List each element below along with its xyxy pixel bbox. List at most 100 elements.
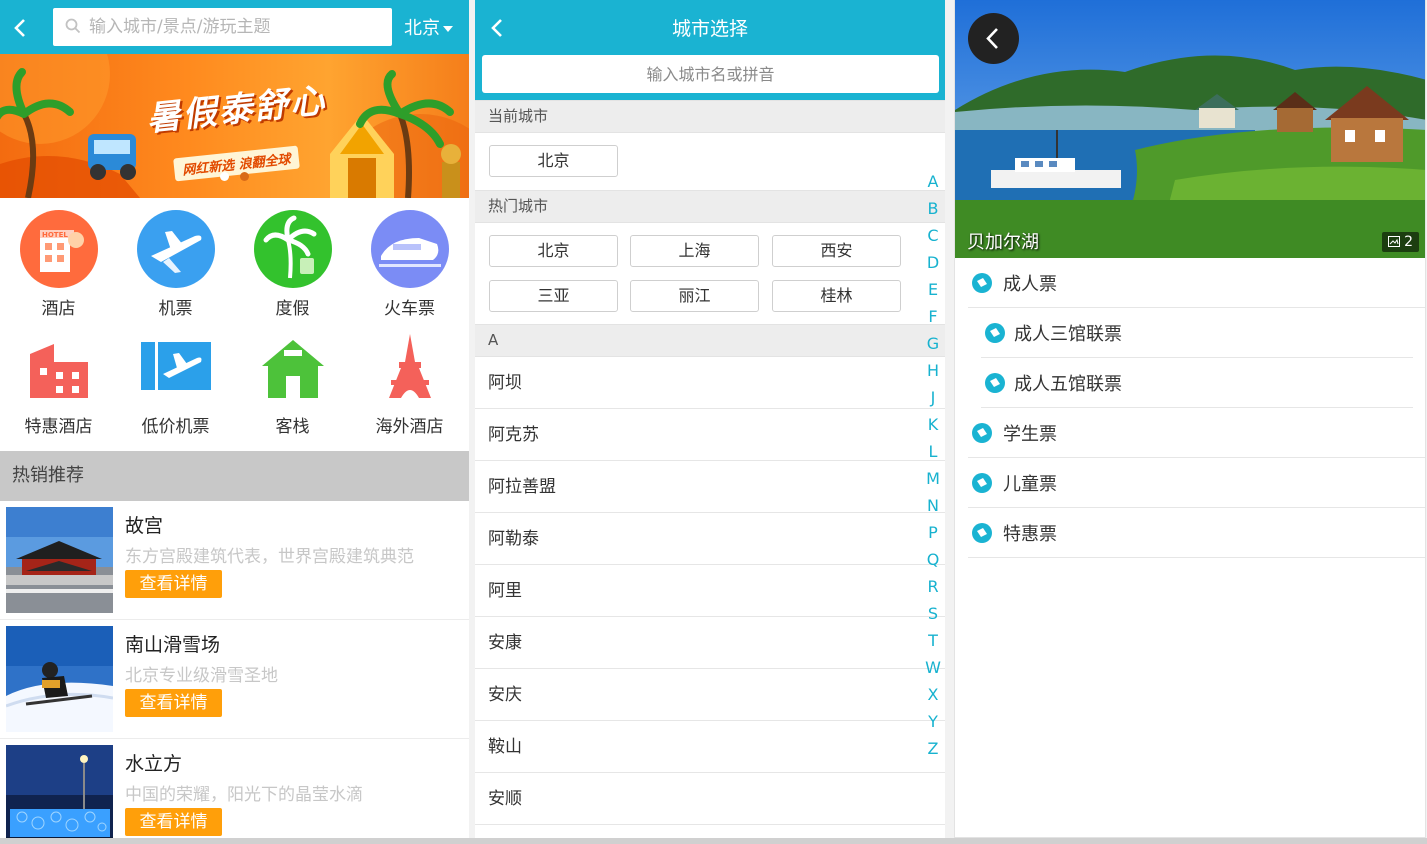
detail-screen: 贝加尔湖 2 成人票 成人三馆联票 成人五馆联票 学生票 儿童票 特惠票 — [954, 0, 1426, 838]
window-bottom-edge — [0, 838, 1427, 844]
city-list-item[interactable]: 安顺 — [475, 773, 945, 825]
alphabet-index-letter[interactable]: H — [921, 361, 945, 380]
alphabet-index-letter[interactable]: K — [921, 415, 945, 434]
category-train[interactable]: 火车票 — [351, 200, 468, 319]
category-cheap-flight[interactable]: 低价机票 — [117, 318, 234, 437]
hot-city-button[interactable]: 北京 — [489, 235, 618, 267]
city-search-input[interactable] — [482, 55, 939, 93]
alphabet-index-letter[interactable]: C — [921, 226, 945, 245]
hot-section-title: 热销推荐 — [0, 451, 469, 501]
city-dropdown[interactable]: 北京 — [404, 14, 453, 40]
city-list-item[interactable]: 安康 — [475, 617, 945, 669]
promo-banner[interactable]: 暑假泰舒心 网红新选 浪翻全球 — [0, 54, 469, 198]
ticket-type-item[interactable]: 成人票 — [968, 258, 1425, 308]
city-list-item[interactable]: 阿勒泰 — [475, 513, 945, 565]
ticket-icon — [985, 373, 1005, 393]
view-details-button[interactable]: 查看详情 — [125, 570, 222, 598]
city-list-item[interactable]: 阿坝 — [475, 357, 945, 409]
hotel-icon: HOTEL — [19, 210, 98, 288]
ticket-type-label: 儿童票 — [1003, 474, 1057, 495]
ticket-type-label: 学生票 — [1003, 424, 1057, 445]
alphabet-index-letter[interactable]: D — [921, 253, 945, 272]
alphabet-index-letter[interactable]: G — [921, 334, 945, 353]
alphabet-index-letter[interactable]: S — [921, 604, 945, 623]
city-list-item[interactable]: 阿里 — [475, 565, 945, 617]
category-label: 客栈 — [275, 417, 310, 437]
view-details-button[interactable]: 查看详情 — [125, 689, 222, 717]
alphabet-index-letter[interactable]: M — [921, 469, 945, 488]
ticket-subtype-item[interactable]: 成人五馆联票 — [981, 358, 1413, 408]
svg-text:HOTEL: HOTEL — [42, 231, 68, 239]
carousel-dot-active[interactable] — [220, 172, 229, 181]
hot-city-button[interactable]: 上海 — [630, 235, 759, 267]
alphabet-index-letter[interactable]: F — [921, 307, 945, 326]
back-icon — [986, 28, 998, 49]
category-hotel[interactable]: HOTEL 酒店 — [0, 200, 117, 319]
city-select-screen: 城市选择 当前城市 北京 热门城市 北京 上海 西安 三亚 丽江 桂林 A 阿坝… — [475, 0, 945, 838]
alphabet-index-letter[interactable]: B — [921, 199, 945, 218]
alphabet-index-letter[interactable]: L — [921, 442, 945, 461]
city-list-item[interactable]: 阿拉善盟 — [475, 461, 945, 513]
home-search-input[interactable] — [89, 11, 379, 43]
alphabet-index-letter[interactable]: J — [921, 388, 945, 407]
city-list-item[interactable]: 安庆 — [475, 669, 945, 721]
ticket-icon — [972, 473, 992, 493]
recommendation-name: 水立方 — [125, 753, 183, 775]
train-icon — [370, 210, 449, 288]
alphabet-index-letter[interactable]: Q — [921, 550, 945, 569]
hot-city-button[interactable]: 西安 — [772, 235, 901, 267]
image-icon — [1388, 236, 1401, 247]
current-city-button[interactable]: 北京 — [489, 145, 618, 177]
home-search-box[interactable] — [53, 8, 392, 46]
recommendation-item[interactable]: 南山滑雪场 北京专业级滑雪圣地 查看详情 — [0, 620, 469, 739]
carousel-dot[interactable] — [240, 172, 249, 181]
hot-city-button[interactable]: 桂林 — [772, 280, 901, 312]
home-screen: 北京 暑假泰舒 — [0, 0, 469, 838]
app-root: 北京 暑假泰舒 — [0, 0, 1427, 844]
back-icon[interactable] — [10, 17, 32, 39]
recommendation-item[interactable]: 故宫 东方宫殿建筑代表，世界宫殿建筑典范 查看详情 — [0, 501, 469, 620]
alphabet-index-letter[interactable]: W — [921, 658, 945, 677]
alphabet-index-letter[interactable]: Z — [921, 739, 945, 758]
ticket-type-item[interactable]: 特惠票 — [968, 508, 1425, 558]
view-details-button[interactable]: 查看详情 — [125, 808, 222, 836]
hero-image[interactable]: 贝加尔湖 2 — [955, 0, 1425, 258]
alphabet-index-letter[interactable]: E — [921, 280, 945, 299]
back-button[interactable] — [968, 13, 1019, 64]
recommendation-desc: 中国的荣耀，阳光下的晶莹水滴 — [125, 785, 363, 805]
category-discount-hotel[interactable]: 特惠酒店 — [0, 318, 117, 437]
city-dropdown-label: 北京 — [404, 18, 440, 39]
category-vacation[interactable]: 度假 — [234, 200, 351, 319]
ticket-plane-icon — [137, 328, 215, 406]
recommendation-item[interactable]: 水立方 中国的荣耀，阳光下的晶莹水滴 查看详情 — [0, 739, 469, 838]
category-overseas-hotel[interactable]: 海外酒店 — [351, 318, 468, 437]
home-header: 北京 — [0, 0, 469, 54]
category-label: 海外酒店 — [375, 417, 444, 437]
category-label: 火车票 — [384, 299, 435, 319]
alphabet-index-letter[interactable]: P — [921, 523, 945, 542]
hot-city-label: 热门城市 — [475, 190, 945, 223]
alphabet-index-letter[interactable]: R — [921, 577, 945, 596]
ticket-type-item[interactable]: 学生票 — [968, 408, 1425, 458]
alphabet-index-letter[interactable]: X — [921, 685, 945, 704]
city-list-item[interactable]: 阿克苏 — [475, 409, 945, 461]
alphabet-index-letter[interactable]: N — [921, 496, 945, 515]
alphabet-index-letter[interactable]: T — [921, 631, 945, 650]
category-flight[interactable]: 机票 — [117, 200, 234, 319]
alphabet-index-letter[interactable]: A — [921, 172, 945, 191]
ticket-type-label: 成人五馆联票 — [1014, 374, 1122, 395]
image-count: 2 — [1404, 234, 1413, 250]
ticket-subtype-item[interactable]: 成人三馆联票 — [981, 308, 1413, 358]
ticket-type-item[interactable]: 儿童票 — [968, 458, 1425, 508]
alphabet-index-letter[interactable]: Y — [921, 712, 945, 731]
category-inn[interactable]: 客栈 — [234, 318, 351, 437]
caret-down-icon — [443, 26, 453, 32]
category-grid: HOTEL 酒店 机票 度假 火车票 特惠酒店 低价机票 客栈 海外酒店 — [0, 200, 469, 450]
city-search-box[interactable] — [482, 55, 939, 93]
letter-section-header: A — [475, 324, 945, 357]
hot-city-button[interactable]: 三亚 — [489, 280, 618, 312]
ticket-type-label: 成人票 — [1003, 274, 1057, 295]
hot-city-button[interactable]: 丽江 — [630, 280, 759, 312]
image-count-badge[interactable]: 2 — [1382, 232, 1419, 252]
city-list-item[interactable]: 鞍山 — [475, 721, 945, 773]
